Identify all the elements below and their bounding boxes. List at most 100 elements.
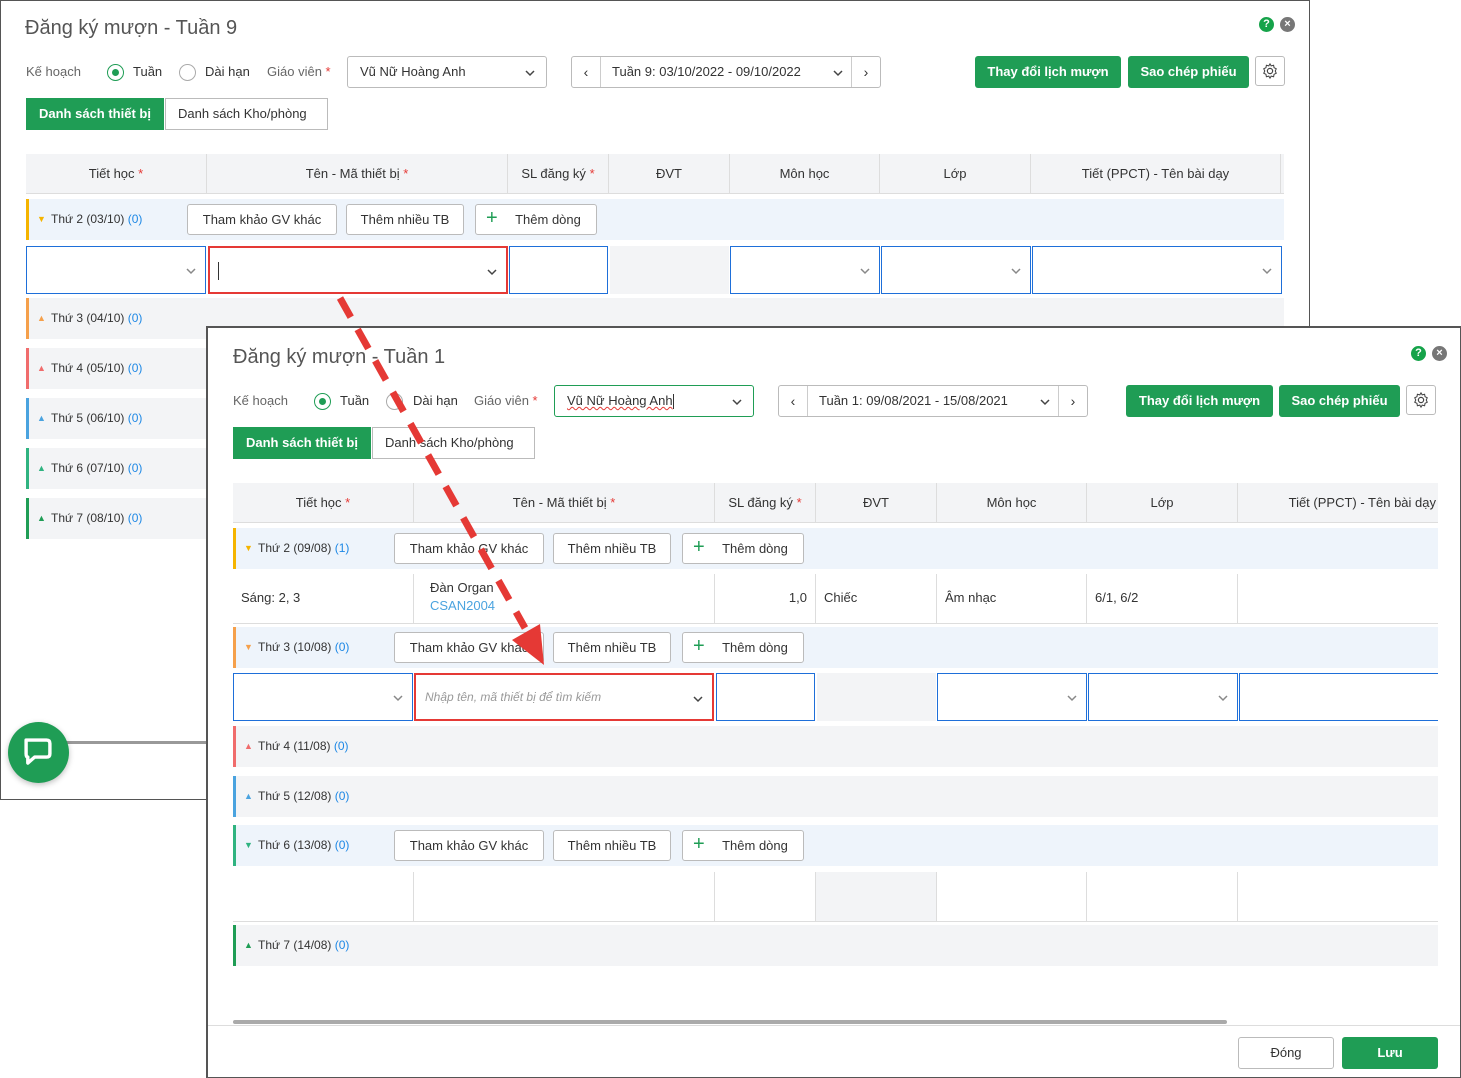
caret-up-icon[interactable]: ▲: [37, 448, 46, 489]
qty-input[interactable]: [716, 673, 815, 721]
lesson-cell: [1238, 574, 1438, 623]
period-cell: [233, 872, 414, 921]
subject-select[interactable]: [730, 246, 880, 294]
day-group[interactable]: ▲ Thứ 4 (11/08) (0): [233, 726, 1438, 767]
teacher-select[interactable]: Vũ Nữ Hoàng Anh: [347, 56, 547, 88]
qty-cell: 1,0: [715, 574, 816, 623]
add-multiple-devices-button[interactable]: Thêm nhiều TB: [346, 204, 464, 235]
close-icon[interactable]: ×: [1432, 346, 1447, 361]
tab-device-list[interactable]: Danh sách thiết bị: [26, 98, 164, 130]
caret-up-icon[interactable]: ▲: [37, 398, 46, 439]
add-multiple-devices-button[interactable]: Thêm nhiều TB: [553, 830, 671, 861]
add-row-button[interactable]: + Thêm dòng: [682, 533, 804, 564]
caret-down-icon[interactable]: ▼: [37, 199, 46, 240]
change-schedule-button[interactable]: Thay đổi lịch mượn: [975, 56, 1121, 88]
table-row[interactable]: Sáng: 2, 3 Đàn Organ CSAN2004 1,0 Chiếc …: [233, 574, 1438, 624]
day-group[interactable]: ▼ Thứ 3 (10/08) (0) Tham khảo GV khác Th…: [233, 627, 1438, 668]
caret-down-icon[interactable]: ▼: [244, 825, 253, 866]
day-label: Thứ 5 (06/10) (0): [51, 411, 143, 425]
reference-teacher-button[interactable]: Tham khảo GV khác: [394, 632, 544, 663]
close-button[interactable]: Đóng: [1238, 1037, 1334, 1069]
tab-room-list[interactable]: Danh sách Kho/phòng: [372, 427, 535, 459]
chevron-down-icon[interactable]: [832, 57, 844, 82]
day-group[interactable]: ▲ Thứ 7 (14/08) (0): [233, 925, 1438, 966]
copy-form-button[interactable]: Sao chép phiếu: [1128, 56, 1249, 88]
chevron-down-icon[interactable]: [1039, 386, 1051, 411]
radio-long-term[interactable]: [386, 393, 403, 410]
next-week-button[interactable]: ›: [1058, 386, 1087, 416]
device-search-select[interactable]: Nhập tên, mã thiết bị để tìm kiếm: [414, 673, 714, 721]
tab-device-list[interactable]: Danh sách thiết bị: [233, 427, 371, 459]
caret-up-icon[interactable]: ▲: [37, 498, 46, 539]
qty-input[interactable]: [509, 246, 608, 294]
prev-week-button[interactable]: ‹: [572, 57, 601, 87]
col-device: Tên - Mã thiết bị *: [414, 483, 715, 523]
col-unit: ĐVT: [816, 483, 937, 523]
save-button[interactable]: Lưu: [1342, 1037, 1438, 1069]
help-icon[interactable]: ?: [1259, 17, 1274, 32]
day-label: Thứ 5 (12/08) (0): [258, 789, 350, 803]
add-multiple-devices-button[interactable]: Thêm nhiều TB: [553, 533, 671, 564]
text-cursor: [672, 394, 674, 410]
teacher-select[interactable]: Vũ Nữ Hoàng Anh: [554, 385, 754, 417]
class-select[interactable]: [1088, 673, 1238, 721]
tab-room-list[interactable]: Danh sách Kho/phòng: [165, 98, 328, 130]
radio-week[interactable]: [314, 393, 331, 410]
help-icon[interactable]: ?: [1411, 346, 1426, 361]
reference-teacher-button[interactable]: Tham khảo GV khác: [187, 204, 337, 235]
plan-label: Kế hoạch: [26, 64, 81, 79]
radio-week-label: Tuần: [340, 393, 370, 408]
caret-up-icon[interactable]: ▲: [244, 776, 253, 817]
day-group[interactable]: ▲ Thứ 4 (05/10) (0): [26, 348, 216, 389]
lesson-select[interactable]: [1032, 246, 1282, 294]
settings-button[interactable]: [1406, 385, 1436, 415]
caret-up-icon[interactable]: ▲: [37, 298, 46, 339]
next-week-button[interactable]: ›: [851, 57, 880, 87]
week-picker[interactable]: ‹ Tuần 1: 09/08/2021 - 15/08/2021 ›: [778, 385, 1088, 417]
change-schedule-button[interactable]: Thay đổi lịch mượn: [1126, 385, 1273, 417]
caret-up-icon[interactable]: ▲: [244, 726, 253, 767]
teacher-value: Vũ Nữ Hoàng Anh: [360, 64, 466, 79]
reference-teacher-button[interactable]: Tham khảo GV khác: [394, 533, 544, 564]
day-group[interactable]: ▲ Thứ 5 (06/10) (0): [26, 398, 216, 439]
chat-button[interactable]: [8, 722, 69, 783]
day-group[interactable]: ▼ Thứ 2 (03/10) (0) Tham khảo GV khác Th…: [26, 199, 1284, 240]
day-label: Thứ 7 (08/10) (0): [51, 511, 143, 525]
period-select[interactable]: [26, 246, 206, 294]
day-group[interactable]: ▼ Thứ 6 (13/08) (0) Tham khảo GV khác Th…: [233, 825, 1438, 866]
day-group[interactable]: ▲ Thứ 5 (12/08) (0): [233, 776, 1438, 817]
radio-long-term[interactable]: [179, 64, 196, 81]
lesson-cell: [1238, 872, 1438, 921]
caret-up-icon[interactable]: ▲: [37, 348, 46, 389]
day-group[interactable]: ▼ Thứ 2 (09/08) (1) Tham khảo GV khác Th…: [233, 528, 1438, 569]
chevron-down-icon: [392, 674, 404, 707]
class-select[interactable]: [881, 246, 1031, 294]
prev-week-button[interactable]: ‹: [779, 386, 808, 416]
device-select[interactable]: [208, 246, 508, 294]
radio-week[interactable]: [107, 64, 124, 81]
add-row-button[interactable]: + Thêm dòng: [682, 632, 804, 663]
subject-select[interactable]: [937, 673, 1087, 721]
caret-down-icon[interactable]: ▼: [244, 627, 253, 668]
caret-down-icon[interactable]: ▼: [244, 528, 253, 569]
period-select[interactable]: [233, 673, 413, 721]
plus-icon: +: [693, 536, 705, 558]
caret-up-icon[interactable]: ▲: [244, 925, 253, 966]
horizontal-scrollbar[interactable]: [233, 1020, 1227, 1024]
teacher-label: Giáo viên *: [474, 393, 538, 408]
day-group[interactable]: ▲ Thứ 6 (07/10) (0): [26, 448, 216, 489]
close-icon[interactable]: ×: [1280, 17, 1295, 32]
col-subject: Môn học: [730, 154, 880, 194]
add-row-button[interactable]: + Thêm dòng: [475, 204, 597, 235]
add-multiple-devices-button[interactable]: Thêm nhiều TB: [553, 632, 671, 663]
table-row[interactable]: [233, 872, 1438, 922]
add-row-button[interactable]: + Thêm dòng: [682, 830, 804, 861]
reference-teacher-button[interactable]: Tham khảo GV khác: [394, 830, 544, 861]
chevron-down-icon: [731, 386, 743, 419]
day-group[interactable]: ▲ Thứ 7 (08/10) (0): [26, 498, 216, 539]
settings-button[interactable]: [1255, 56, 1285, 86]
copy-form-button[interactable]: Sao chép phiếu: [1279, 385, 1400, 417]
chevron-down-icon: [185, 247, 197, 280]
week-picker[interactable]: ‹ Tuần 9: 03/10/2022 - 09/10/2022 ›: [571, 56, 881, 88]
lesson-select[interactable]: [1239, 673, 1438, 721]
